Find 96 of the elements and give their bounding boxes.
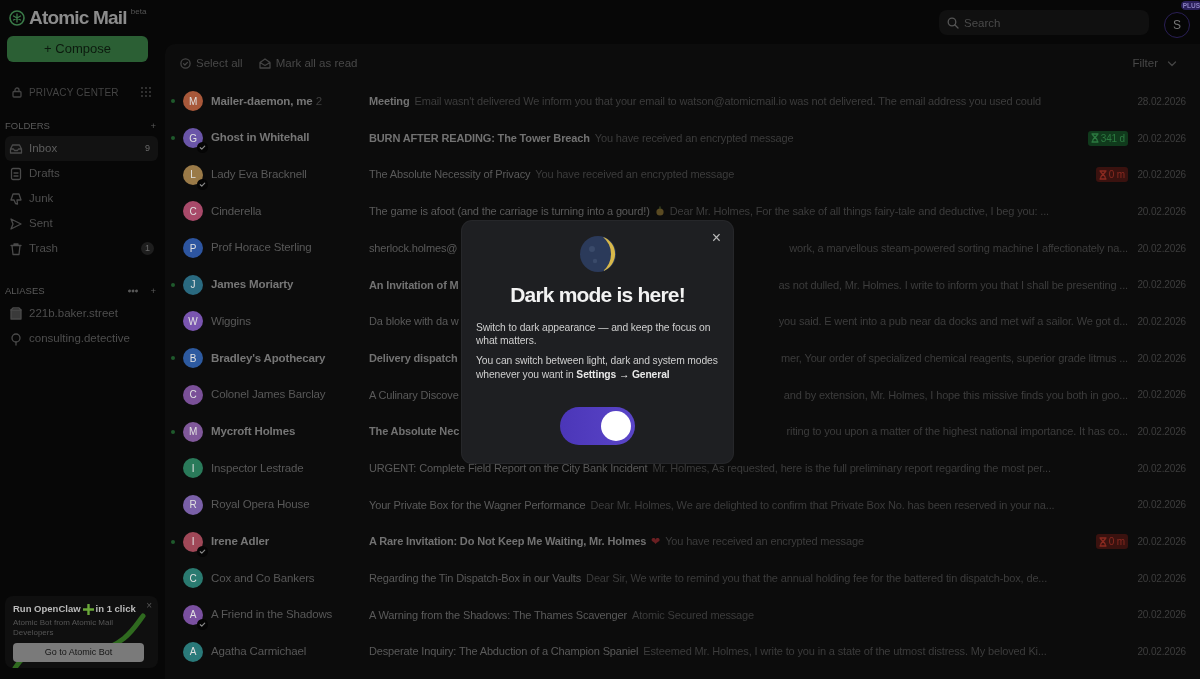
avatar: C — [183, 568, 203, 589]
close-button[interactable]: × — [711, 230, 721, 246]
folder-item[interactable]: Junk — [5, 186, 158, 211]
envelope-open-icon — [258, 58, 271, 69]
promo-button[interactable]: Go to Atomic Bot — [13, 643, 144, 662]
message-subject: A Rare Invitation: Do Not Keep Me Waiting, Mr. Holmes — [369, 534, 647, 550]
inbox-icon — [9, 141, 23, 156]
dialog-text: You can switch between light, dark and system modes whenever you want in Settings → General — [476, 354, 719, 381]
sender-name: James Moriarty — [211, 277, 295, 293]
check-circle-icon — [180, 58, 191, 69]
app-logo-text: Atomic Mail — [29, 5, 127, 30]
alias-item[interactable]: 221b.baker.street — [5, 301, 158, 326]
filter-button[interactable]: Filter — [1132, 54, 1177, 73]
thumbs-down-icon — [9, 191, 23, 206]
avatar: M — [183, 91, 203, 112]
sender-name: Agatha Carmichael — [211, 644, 308, 660]
timer-badge: 0 m — [1095, 534, 1128, 550]
section-heading: FOLDERS — [5, 118, 50, 133]
promo-title: in 1 click — [95, 602, 136, 616]
sender-name: Wiggins — [211, 313, 252, 329]
message-subject: The game is afoot (and the carriage is turning into a gourd!) — [369, 204, 650, 220]
avatar: R — [183, 494, 203, 515]
unread-count: 9 — [144, 141, 151, 155]
section-heading: ALIASES — [5, 283, 45, 298]
trash-icon — [9, 241, 23, 256]
folder-item[interactable]: Inbox 9 — [5, 136, 158, 161]
avatar: B — [183, 348, 203, 369]
timer-badge: 0 m — [1095, 167, 1128, 183]
close-button[interactable]: × — [146, 598, 152, 613]
dialog-text: Switch to dark appearance — and keep the focus on what matters. — [476, 320, 712, 348]
lock-icon — [11, 86, 23, 98]
sender-name: Lady Eva Bracknell — [211, 167, 308, 183]
beta-label: beta — [130, 6, 147, 18]
hourglass-icon — [1098, 169, 1107, 180]
message-subject: Regarding the Tin Dispatch-Box in our Vaults — [369, 571, 582, 587]
message-subject: The Absolute Necessity of Privacy — [369, 167, 531, 183]
compose-button[interactable]: + Compose — [7, 36, 148, 62]
building-icon — [9, 306, 23, 321]
avatar: M — [183, 421, 203, 442]
message-subject: sherlock.holmes@ — [369, 240, 458, 256]
search-field[interactable]: Search — [939, 10, 1149, 35]
sender-name: Mycroft Holmes — [211, 423, 297, 439]
sender-name: Colonel James Barclay — [211, 387, 327, 403]
message-subject: Your Private Box for the Wagner Performance — [369, 497, 586, 513]
select-all-button[interactable]: Select all — [180, 54, 243, 73]
message-subject: A Culinary Discove — [369, 387, 459, 403]
dialog-title: Dark mode is here! — [510, 282, 685, 308]
sender-name: Royal Opera House — [211, 497, 311, 513]
message-subject: Delivery dispatch — [369, 350, 458, 366]
alias-item[interactable]: consulting.detective — [5, 326, 158, 351]
avatar: I — [183, 458, 203, 479]
avatar: C — [183, 384, 203, 405]
message-subject: A Warning from the Shadows: The Thames Scavenger — [369, 607, 627, 623]
moon-icon — [578, 235, 617, 273]
add-folder-button[interactable]: + — [150, 118, 156, 134]
folder-item[interactable]: Trash 1 — [5, 236, 158, 261]
promo-title: Run OpenClaw — [13, 602, 81, 616]
folder-item[interactable]: Drafts — [5, 161, 158, 186]
document-icon — [9, 166, 23, 181]
hourglass-icon — [1098, 536, 1107, 547]
message-subject: URGENT: Complete Field Report on the City Bank Incident — [369, 460, 648, 476]
message-subject: The Absolute Nec — [369, 424, 460, 440]
privacy-center-link[interactable]: PRIVACY CENTER — [29, 84, 119, 100]
avatar: A — [183, 641, 203, 662]
apps-grid-icon[interactable] — [140, 86, 152, 98]
message-subject: Meeting — [369, 94, 410, 110]
search-icon — [947, 16, 959, 29]
sender-name: Inspector Lestrade — [211, 460, 305, 476]
logo-icon — [9, 10, 25, 26]
heart-icon: ❤ — [651, 533, 661, 550]
timer-badge: 341 d — [1087, 130, 1128, 146]
message-subject: Da bloke with da w — [369, 314, 459, 330]
message-subject: BURN AFTER READING: The Tower Breach — [369, 130, 590, 146]
message-subject: An Invitation of M — [369, 277, 459, 293]
avatar: W — [183, 311, 203, 332]
sender-name: Cox and Co Bankers — [211, 570, 316, 586]
add-alias-button[interactable]: + — [150, 283, 156, 299]
avatar: P — [183, 238, 203, 259]
folder-item[interactable]: Sent — [5, 211, 158, 236]
sender-name: Cinderella — [211, 203, 263, 219]
sender-name: Bradley's Apothecary — [211, 350, 327, 366]
unread-count: 1 — [141, 241, 154, 256]
account-avatar[interactable]: S — [1164, 12, 1190, 38]
sender-name: Irene Adler — [211, 533, 270, 549]
sparkle-icon — [82, 603, 94, 615]
chevron-down-icon — [1167, 59, 1177, 68]
message-subject: Desperate Inquiry: The Abduction of a Champion Spaniel — [369, 644, 639, 660]
dark-mode-toggle[interactable] — [560, 407, 635, 445]
avatar: C — [183, 201, 203, 222]
sender-name: A Friend in the Shadows — [211, 607, 334, 623]
avatar: J — [183, 274, 203, 295]
sender-name: Ghost in Whitehall — [211, 130, 311, 146]
send-icon — [9, 216, 23, 231]
sender-name: Prof Horace Sterling — [211, 240, 313, 256]
hourglass-icon — [1090, 133, 1099, 144]
more-icon[interactable] — [128, 289, 139, 293]
